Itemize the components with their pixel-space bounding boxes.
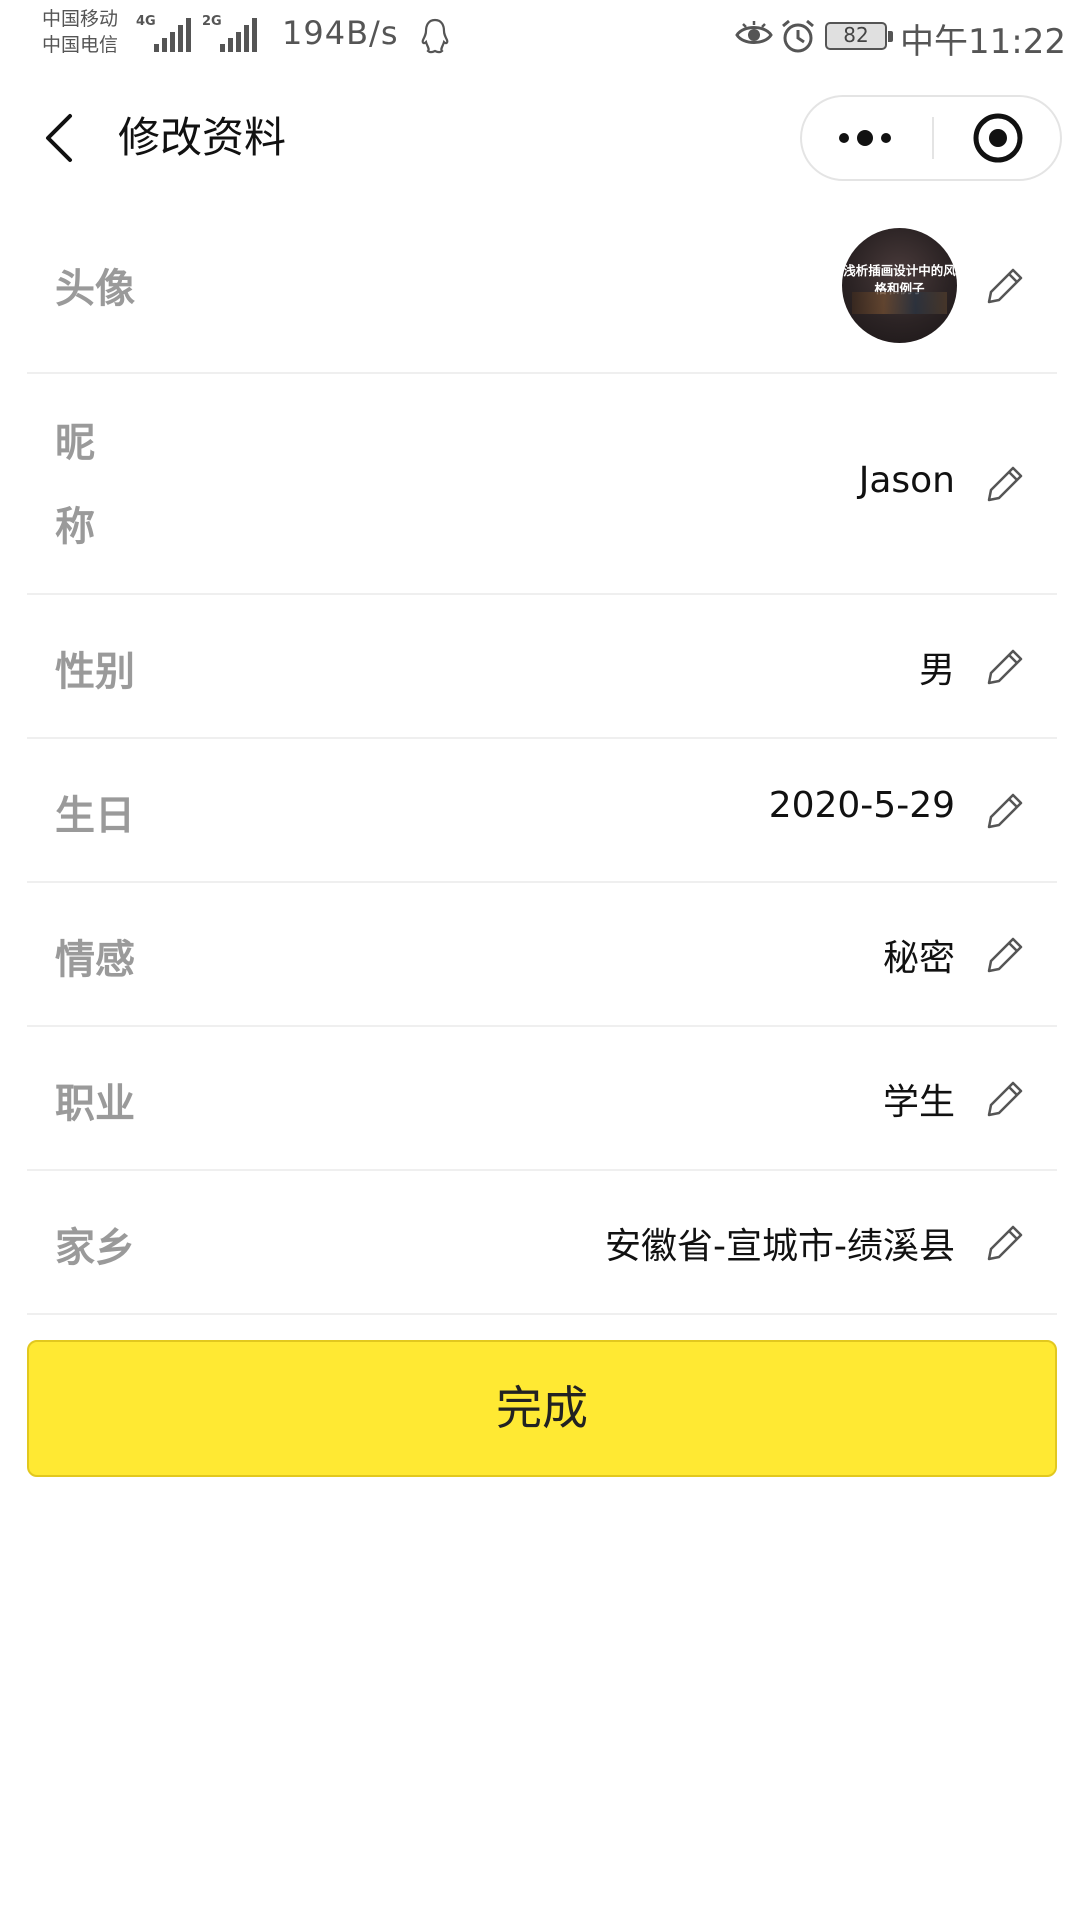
gender-value: 男 bbox=[918, 650, 955, 691]
birthday-value: 2020-5-29 bbox=[768, 785, 955, 826]
gender-row[interactable]: 性别 男 bbox=[27, 595, 1057, 739]
relationship-value: 秘密 bbox=[882, 938, 955, 979]
battery-icon: 82 bbox=[825, 22, 893, 50]
mini-program-capsule bbox=[800, 95, 1062, 181]
occupation-label: 职业 bbox=[55, 1081, 135, 1127]
pencil-icon[interactable] bbox=[983, 462, 1027, 506]
nickname-label-line2: 称 bbox=[55, 504, 95, 550]
pencil-icon[interactable] bbox=[983, 645, 1027, 689]
pencil-icon[interactable] bbox=[983, 1077, 1027, 1121]
pencil-icon[interactable] bbox=[983, 933, 1027, 977]
carrier-2: 中国电信 bbox=[42, 34, 119, 56]
birthday-label: 生日 bbox=[55, 793, 135, 839]
qq-icon bbox=[421, 18, 449, 54]
alarm-icon bbox=[782, 19, 814, 53]
avatar-image-strip bbox=[852, 292, 947, 314]
hometown-label: 家乡 bbox=[55, 1225, 135, 1271]
done-button-label: 完成 bbox=[496, 1381, 588, 1435]
nickname-row[interactable]: 昵 称 Jason bbox=[27, 374, 1057, 595]
pencil-icon[interactable] bbox=[983, 1221, 1027, 1265]
clock: 中午11:22 bbox=[900, 22, 1066, 62]
avatar[interactable]: 浅析插画设计中的风格和例子 bbox=[842, 228, 957, 343]
nickname-value: Jason bbox=[858, 460, 955, 501]
pencil-icon[interactable] bbox=[983, 789, 1027, 833]
occupation-value: 学生 bbox=[882, 1082, 955, 1123]
status-bar: 中国移动 中国电信 4G 2G 194B/s 82 中午11:22 bbox=[42, 6, 1066, 62]
eye-icon bbox=[735, 21, 773, 44]
more-dots-icon[interactable] bbox=[802, 97, 932, 179]
hometown-row[interactable]: 家乡 安徽省-宣城市-绩溪县 bbox=[27, 1171, 1057, 1315]
net-speed: 194B/s bbox=[282, 14, 399, 52]
chevron-left-icon[interactable] bbox=[40, 110, 80, 166]
carrier-names: 中国移动 中国电信 bbox=[42, 6, 118, 58]
page-title: 修改资料 bbox=[118, 113, 287, 162]
nickname-label-line1: 昵 bbox=[55, 420, 95, 466]
pencil-icon[interactable] bbox=[983, 264, 1027, 308]
occupation-row[interactable]: 职业 学生 bbox=[27, 1027, 1057, 1171]
target-circle-icon[interactable] bbox=[934, 97, 1062, 179]
avatar-label: 头像 bbox=[55, 266, 135, 312]
avatar-row[interactable]: 头像 浅析插画设计中的风格和例子 bbox=[27, 200, 1057, 374]
relationship-row[interactable]: 情感 秘密 bbox=[27, 883, 1057, 1027]
done-button[interactable]: 完成 bbox=[27, 1340, 1057, 1477]
hometown-value: 安徽省-宣城市-绩溪县 bbox=[605, 1226, 955, 1267]
birthday-row[interactable]: 生日 2020-5-29 bbox=[27, 739, 1057, 883]
gender-label: 性别 bbox=[55, 649, 135, 695]
battery-level: 82 bbox=[843, 23, 869, 47]
relationship-label: 情感 bbox=[55, 937, 135, 983]
title-bar: 修改资料 bbox=[0, 75, 1080, 200]
carrier-1: 中国移动 bbox=[42, 8, 119, 30]
profile-form: 头像 浅析插画设计中的风格和例子 昵 称 Jason 性别 男 生日 2020-… bbox=[27, 200, 1057, 1315]
